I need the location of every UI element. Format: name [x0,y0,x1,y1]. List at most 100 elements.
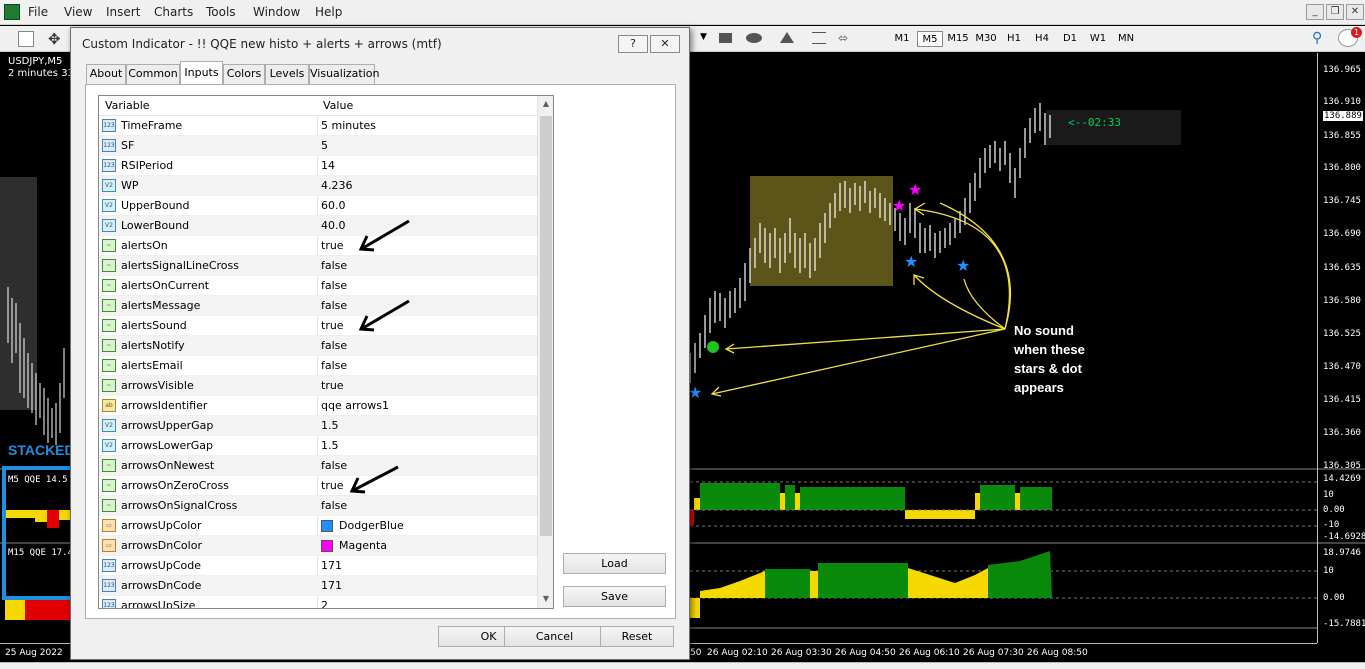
param-value[interactable]: 14 [321,159,335,172]
grid-scrollbar[interactable]: ▲ ▼ [537,96,553,608]
header-variable[interactable]: Variable [105,99,150,112]
menu-window[interactable]: Window [253,5,300,19]
param-value[interactable]: false [321,299,347,312]
param-value[interactable]: true [321,479,344,492]
param-value[interactable]: false [321,459,347,472]
fibo-tool-icon[interactable] [812,32,826,44]
tf-m15[interactable]: M15 [945,31,971,47]
tf-w1[interactable]: W1 [1085,31,1111,47]
param-value[interactable]: 1.5 [321,439,339,452]
param-row-arrowsLowerGap[interactable]: V2 arrowsLowerGap 1.5 [99,436,537,456]
param-value[interactable]: false [321,259,347,272]
triangle-tool-icon[interactable] [780,32,794,43]
dropdown-arrow-icon[interactable]: ▼ [700,32,707,42]
param-value[interactable]: 4.236 [321,179,353,192]
param-row-alertsMessage[interactable]: ~ alertsMessage false [99,296,537,316]
param-row-TimeFrame[interactable]: 123 TimeFrame 5 minutes [99,116,537,136]
cancel-button[interactable]: Cancel [504,626,605,647]
param-row-alertsNotify[interactable]: ~ alertsNotify false [99,336,537,356]
tab-colors[interactable]: Colors [223,64,265,84]
scroll-thumb[interactable] [540,116,552,536]
scroll-up-icon[interactable]: ▲ [541,99,551,109]
param-value[interactable]: 1.5 [321,419,339,432]
crosshair-icon[interactable]: ✥ [48,30,61,48]
color-swatch[interactable] [321,540,333,552]
param-value[interactable]: true [321,239,344,252]
param-row-arrowsOnSignalCross[interactable]: ~ arrowsOnSignalCross false [99,496,537,516]
param-value[interactable]: true [321,319,344,332]
close-icon[interactable]: ✕ [1346,4,1364,20]
param-row-arrowsVisible[interactable]: ~ arrowsVisible true [99,376,537,396]
menu-tools[interactable]: Tools [206,5,236,19]
param-value[interactable]: 5 [321,139,328,152]
param-row-arrowsOnZeroCross[interactable]: ~ arrowsOnZeroCross true [99,476,537,496]
param-row-UpperBound[interactable]: V2 UpperBound 60.0 [99,196,537,216]
ind1-scale: 10 [1323,490,1334,500]
tf-m30[interactable]: M30 [973,31,999,47]
param-value[interactable]: true [321,379,344,392]
param-value[interactable]: false [321,359,347,372]
menu-insert[interactable]: Insert [106,5,140,19]
param-value[interactable]: 60.0 [321,199,346,212]
param-row-arrowsUpColor[interactable]: ▭ arrowsUpColor DodgerBlue [99,516,537,536]
param-value[interactable]: 2 [321,599,328,608]
load-button[interactable]: Load [563,553,666,574]
param-row-arrowsUpCode[interactable]: 123 arrowsUpCode 171 [99,556,537,576]
param-row-LowerBound[interactable]: V2 LowerBound 40.0 [99,216,537,236]
menu-view[interactable]: View [64,5,92,19]
tab-common[interactable]: Common [126,64,180,84]
param-value[interactable]: Magenta [339,539,387,552]
param-row-alertsOnCurrent[interactable]: ~ alertsOnCurrent false [99,276,537,296]
param-row-arrowsIdentifier[interactable]: ab arrowsIdentifier qqe arrows1 [99,396,537,416]
param-row-arrowsOnNewest[interactable]: ~ arrowsOnNewest false [99,456,537,476]
param-value[interactable]: false [321,339,347,352]
param-value[interactable]: false [321,499,347,512]
color-swatch[interactable] [321,520,333,532]
header-value[interactable]: Value [323,99,353,112]
param-row-SF[interactable]: 123 SF 5 [99,136,537,156]
close-dialog-button[interactable]: ✕ [650,35,680,53]
menu-file[interactable]: File [28,5,48,19]
reset-button[interactable]: Reset [600,626,674,647]
param-value[interactable]: 171 [321,559,342,572]
param-value[interactable]: 5 minutes [321,119,376,132]
param-row-alertsEmail[interactable]: ~ alertsEmail false [99,356,537,376]
tf-m5[interactable]: M5 [917,31,943,47]
tab-about[interactable]: About [86,64,126,84]
restore-icon[interactable]: ❐ [1326,4,1344,20]
toolbar-icon-1[interactable] [18,31,34,47]
param-row-alertsSound[interactable]: ~ alertsSound true [99,316,537,336]
param-row-RSIPeriod[interactable]: 123 RSIPeriod 14 [99,156,537,176]
help-button[interactable]: ? [618,35,648,53]
param-value[interactable]: qqe arrows1 [321,399,389,412]
param-row-arrowsDnColor[interactable]: ▭ arrowsDnColor Magenta [99,536,537,556]
blue-star-marker-2: ★ [904,252,918,271]
rectangle-tool-icon[interactable] [719,33,732,43]
param-value[interactable]: false [321,279,347,292]
param-value[interactable]: 171 [321,579,342,592]
param-value[interactable]: DodgerBlue [339,519,404,532]
param-row-alertsOn[interactable]: ~ alertsOn true [99,236,537,256]
param-value[interactable]: 40.0 [321,219,346,232]
tab-visualization[interactable]: Visualization [309,64,379,84]
param-row-arrowsUpSize[interactable]: 123 arrowsUpSize 2 [99,596,537,608]
param-row-alertsSignalLineCross[interactable]: ~ alertsSignalLineCross false [99,256,537,276]
menu-charts[interactable]: Charts [154,5,193,19]
arrow-tool-icon[interactable]: ⬄ [838,31,848,45]
param-row-arrowsUpperGap[interactable]: V2 arrowsUpperGap 1.5 [99,416,537,436]
tab-levels[interactable]: Levels [265,64,309,84]
tf-h4[interactable]: H4 [1029,31,1055,47]
param-row-WP[interactable]: V2 WP 4.236 [99,176,537,196]
menu-help[interactable]: Help [315,5,342,19]
param-row-arrowsDnCode[interactable]: 123 arrowsDnCode 171 [99,576,537,596]
tf-h1[interactable]: H1 [1001,31,1027,47]
scroll-down-icon[interactable]: ▼ [541,594,551,604]
tf-mn[interactable]: MN [1113,31,1139,47]
tab-inputs[interactable]: Inputs [180,61,223,85]
minimize-icon[interactable]: _ [1306,4,1324,20]
save-button[interactable]: Save [563,586,666,607]
tf-m1[interactable]: M1 [889,31,915,47]
search-icon[interactable]: ⚲ [1312,30,1322,46]
tf-d1[interactable]: D1 [1057,31,1083,47]
ellipse-tool-icon[interactable] [746,33,762,43]
